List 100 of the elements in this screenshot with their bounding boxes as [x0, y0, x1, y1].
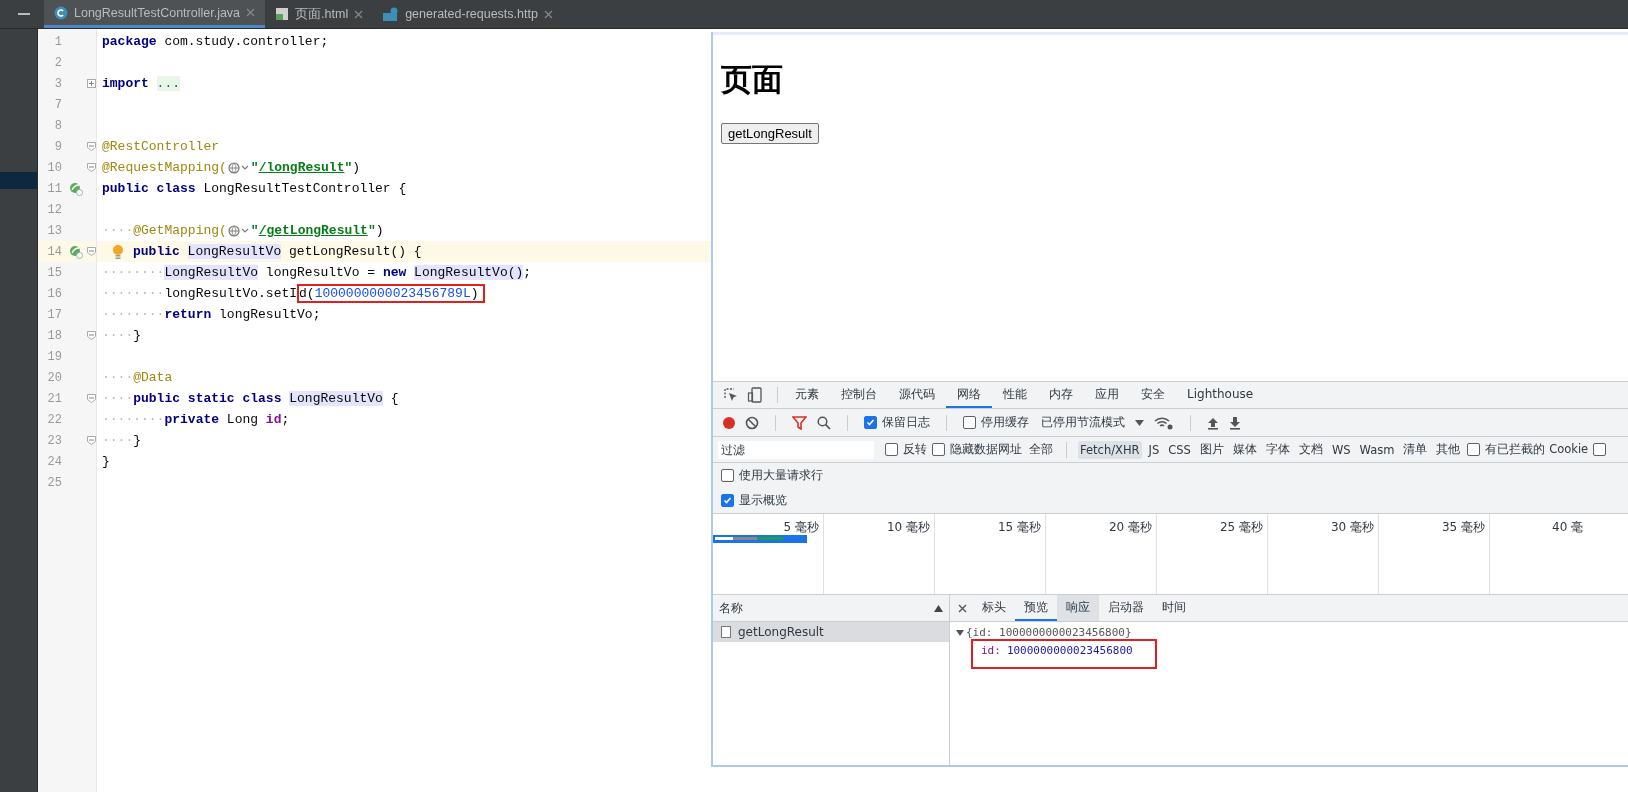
time-tick: 15 毫秒: [997, 520, 1041, 534]
line-number: 23: [46, 433, 62, 448]
devtools-tab[interactable]: 安全: [1130, 382, 1176, 408]
editor-tab[interactable]: 页面.html: [265, 0, 374, 28]
time-tick: 35 毫秒: [1441, 520, 1485, 534]
url-link[interactable]: /longResult: [258, 160, 345, 175]
keyword: private: [164, 412, 221, 427]
detail-tab[interactable]: 标头: [973, 595, 1015, 621]
detail-tab[interactable]: 响应: [1057, 595, 1099, 621]
checkbox[interactable]: [963, 416, 976, 429]
time-tick: 30 毫秒: [1330, 520, 1374, 534]
checkbox[interactable]: [885, 443, 898, 456]
code-text: Long: [226, 412, 260, 427]
code-text: longResultVo =: [264, 265, 377, 280]
checkbox-label[interactable]: 有已拦截的 Cookie: [1485, 442, 1589, 457]
type-filter[interactable]: 媒体: [1230, 440, 1259, 459]
globe-icon[interactable]: [227, 224, 250, 237]
line-number: 3: [53, 76, 62, 91]
type-filter[interactable]: CSS: [1166, 440, 1193, 459]
checkbox-label[interactable]: 使用大量请求行: [739, 467, 823, 484]
checkbox-label[interactable]: 保留日志: [882, 414, 930, 431]
checkbox-label[interactable]: 停用缓存: [981, 414, 1029, 431]
annotation: @RequestMapping(: [102, 160, 227, 175]
url-link[interactable]: /getLongResult: [258, 223, 368, 238]
caret-icon[interactable]: [1135, 419, 1144, 426]
collapse-fold-icon[interactable]: [86, 331, 96, 340]
devtools-tab[interactable]: 控制台: [830, 382, 888, 408]
type-filter[interactable]: 其他: [1434, 440, 1463, 459]
search-icon[interactable]: [817, 415, 831, 430]
checkbox-label[interactable]: 显示概览: [739, 492, 787, 509]
devtools-tab[interactable]: 源代码: [888, 382, 946, 408]
upload-icon[interactable]: [1207, 415, 1219, 430]
folded-imports[interactable]: ...: [156, 76, 180, 91]
collapse-fold-icon[interactable]: [86, 436, 96, 445]
code-text: LongResultTestController {: [203, 181, 407, 196]
type-filter[interactable]: JS: [1146, 440, 1162, 459]
devtools-tab[interactable]: 应用: [1084, 382, 1130, 408]
bean-icon[interactable]: [69, 244, 83, 259]
expand-fold-icon[interactable]: [86, 79, 96, 88]
editor-tab[interactable]: LongResultTestController.java: [44, 0, 266, 28]
devtools-tab[interactable]: Lighthouse: [1176, 382, 1265, 408]
collapse-fold-icon[interactable]: [86, 142, 96, 151]
detail-tab[interactable]: 时间: [1153, 595, 1195, 621]
type-filter[interactable]: 图片: [1197, 440, 1226, 459]
expanded-triangle-icon[interactable]: [956, 628, 964, 637]
throttling-dropdown[interactable]: 已停用节流模式: [1041, 414, 1125, 431]
line-number: 1: [53, 34, 62, 49]
request-row[interactable]: getLongResult: [713, 622, 949, 642]
checkbox[interactable]: [932, 443, 945, 456]
checkbox[interactable]: [721, 469, 734, 482]
device-icon[interactable]: [747, 387, 763, 403]
type-filter[interactable]: Fetch/XHR: [1078, 440, 1142, 459]
checkbox[interactable]: [864, 416, 877, 429]
collapse-fold-icon[interactable]: [86, 394, 96, 403]
type-filter[interactable]: WS: [1329, 440, 1353, 459]
page-heading: 页面: [721, 60, 784, 99]
type-filter[interactable]: 文档: [1296, 440, 1325, 459]
record-button[interactable]: [723, 416, 735, 429]
code-text: longResultVo;: [219, 307, 321, 322]
checkbox[interactable]: [1593, 443, 1607, 456]
checkbox[interactable]: [1467, 443, 1481, 456]
get-result-button[interactable]: getLongResult: [721, 123, 819, 144]
bean-icon[interactable]: [69, 181, 83, 196]
keyword: public static class: [133, 391, 283, 406]
code-text: ): [470, 286, 479, 301]
code-text: getLongResult() {: [288, 244, 422, 259]
filter-field[interactable]: 过滤: [718, 440, 874, 459]
close-icon[interactable]: [354, 9, 364, 19]
line-number: 8: [53, 118, 62, 133]
checkbox-label[interactable]: 隐藏数据网址: [950, 442, 1022, 457]
globe-icon[interactable]: [227, 161, 250, 174]
line-number: 20: [46, 370, 62, 385]
wifi-settings-icon[interactable]: [1154, 415, 1174, 430]
devtools-tab[interactable]: 内存: [1038, 382, 1084, 408]
indent-dots: ····: [102, 433, 134, 448]
type-filter[interactable]: 清单: [1401, 440, 1430, 459]
keyword: public class: [102, 181, 197, 196]
time-tick: 5 毫秒: [783, 520, 819, 534]
close-icon[interactable]: [543, 9, 553, 19]
column-header[interactable]: 名称: [719, 599, 743, 617]
collapse-fold-icon[interactable]: [86, 247, 96, 256]
download-icon[interactable]: [1229, 415, 1241, 430]
editor-tab[interactable]: generated-requests.http: [373, 0, 563, 28]
line-number: 24: [46, 454, 62, 469]
property-key: id:: [981, 644, 1001, 657]
type-filter[interactable]: 字体: [1263, 440, 1292, 459]
detail-tab[interactable]: 启动器: [1099, 595, 1153, 621]
devtools-tab[interactable]: 元素: [784, 382, 830, 408]
annotation: @GetMapping(: [133, 223, 227, 238]
sort-icon[interactable]: [934, 604, 943, 612]
type-filter[interactable]: Wasm: [1357, 440, 1397, 459]
checkbox-label[interactable]: 反转: [903, 442, 927, 457]
devtools-tab[interactable]: 性能: [992, 382, 1038, 408]
clear-icon[interactable]: [745, 415, 759, 430]
type-filter[interactable]: 全部: [1027, 440, 1055, 459]
close-icon[interactable]: [958, 603, 967, 613]
collapse-fold-icon[interactable]: [86, 163, 96, 172]
inspect-icon[interactable]: [723, 387, 739, 403]
filter-icon[interactable]: [792, 415, 807, 430]
checkbox[interactable]: [721, 494, 734, 507]
